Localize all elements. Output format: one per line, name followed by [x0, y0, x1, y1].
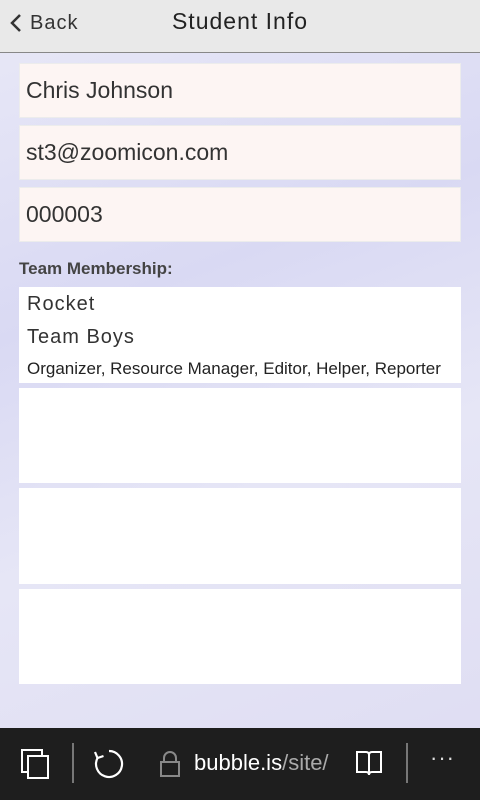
lock-icon [160, 751, 180, 777]
team-name: Team Boys [27, 326, 135, 348]
list-item-empty[interactable] [19, 388, 461, 483]
team-roles: Organizer, Resource Manager, Editor, Hel… [27, 359, 441, 378]
email-value: st3@zoomicon.com [26, 139, 229, 165]
list-item-empty[interactable] [19, 589, 461, 684]
list-item-empty[interactable] [19, 488, 461, 584]
browser-bottom-bar: bubble.is/site/ ··· [0, 728, 480, 800]
team-name: Rocket [27, 293, 96, 315]
refresh-icon[interactable] [92, 747, 126, 781]
name-value: Chris Johnson [26, 77, 174, 103]
address-bar[interactable]: bubble.is/site/ [194, 750, 329, 776]
divider [72, 743, 74, 783]
header-bar: Back Student Info [0, 0, 480, 53]
url-path: /site/ [282, 750, 329, 775]
reading-view-icon[interactable] [354, 749, 384, 777]
name-field[interactable]: Chris Johnson [19, 63, 461, 118]
tabs-icon[interactable] [20, 748, 52, 780]
url-host: bubble.is [194, 750, 283, 775]
id-value: 000003 [26, 201, 103, 227]
page-title: Student Info [171, 8, 309, 34]
divider [406, 743, 408, 783]
more-options-button[interactable]: ··· [430, 745, 455, 771]
team-membership-label: Team Membership: [19, 259, 173, 278]
email-field[interactable]: st3@zoomicon.com [19, 125, 461, 180]
list-item[interactable]: Rocket Team Boys Organizer, Resource Man… [19, 287, 461, 383]
id-field[interactable]: 000003 [19, 187, 461, 242]
